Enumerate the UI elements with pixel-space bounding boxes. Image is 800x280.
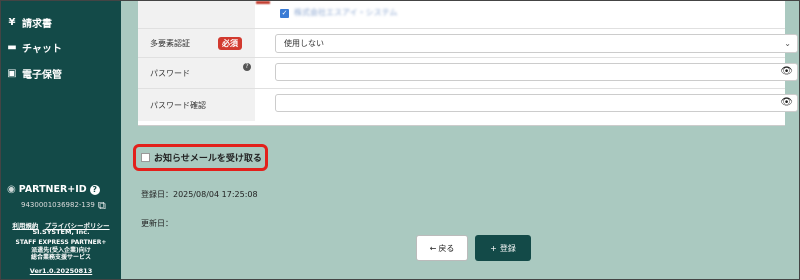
- updated-date: 更新日：: [141, 219, 173, 228]
- register-button[interactable]: + 登録: [475, 235, 531, 261]
- registered-date: 登録日：2025/08/04 17:25:08: [141, 190, 258, 199]
- service-line: 派遣先(受入企業)向け: [31, 246, 91, 254]
- back-button[interactable]: ← 戻る: [416, 235, 468, 261]
- chevron-down-icon: ⌄: [784, 39, 791, 48]
- notify-email-checkbox[interactable]: [141, 153, 150, 162]
- service-description: STAFF EXPRESS PARTNER+ 派遣先(受入企業)向け 総合業務支…: [1, 239, 121, 262]
- sidebar-item-invoice[interactable]: ¥ 請求書: [7, 15, 52, 30]
- sidebar-item-label: チャット: [22, 44, 62, 55]
- form-card: ✓ 株式会社エスアイ・システム 多要素認証 必須 使用しない ⌄ パスワード ?…: [138, 1, 798, 126]
- version-link[interactable]: Ver1.0.20250813: [1, 267, 121, 275]
- app-window: ¥ 請求書 ▬ チャット ▣ 電子保管 ◉ PARTNER+ID ? 94300…: [0, 0, 800, 280]
- yen-icon: ¥: [8, 17, 16, 28]
- notify-email-label: お知らせメールを受け取る: [154, 154, 262, 164]
- copy-icon[interactable]: ⧉: [98, 199, 106, 213]
- sidebar-item-chat[interactable]: ▬ チャット: [7, 40, 62, 55]
- help-icon[interactable]: ?: [89, 184, 100, 195]
- sidebar-item-label: 請求書: [22, 19, 52, 30]
- service-line: STAFF EXPRESS PARTNER+: [15, 239, 107, 246]
- sidebar: ¥ 請求書 ▬ チャット ▣ 電子保管 ◉ PARTNER+ID ? 94300…: [1, 1, 121, 279]
- company-checkbox[interactable]: ✓: [280, 9, 289, 18]
- form-row-company: [138, 1, 785, 29]
- plus-icon: +: [490, 243, 497, 253]
- archive-icon: ▣: [7, 68, 17, 79]
- register-button-label: 登録: [499, 243, 516, 253]
- required-badge: 必須: [218, 37, 242, 50]
- mfa-select[interactable]: 使用しない ⌄: [275, 34, 798, 53]
- service-line: 総合業務支援サービス: [30, 254, 91, 261]
- row-label: [138, 1, 255, 28]
- arrow-left-icon: ←: [429, 243, 437, 253]
- partner-id-label: PARTNER+ID: [18, 184, 87, 195]
- company-checkbox-label: 株式会社エスアイ・システム: [294, 8, 398, 17]
- fingerprint-icon: ◉: [7, 184, 16, 195]
- back-button-label: 戻る: [438, 243, 455, 253]
- sidebar-item-label: 電子保管: [22, 70, 62, 81]
- partner-id: ◉ PARTNER+ID ?: [7, 184, 100, 195]
- eye-icon[interactable]: 👁: [780, 66, 793, 77]
- password-confirm-label: パスワード確認: [138, 89, 255, 121]
- password-confirm-input[interactable]: 👁: [275, 94, 798, 112]
- mfa-select-value: 使用しない: [284, 39, 324, 48]
- partner-id-number: 9430001036982-139: [21, 201, 95, 209]
- notify-email-option[interactable]: お知らせメールを受け取る: [133, 144, 268, 171]
- password-input[interactable]: 👁: [275, 63, 798, 81]
- company-name: SI.SYSTEM, Inc.: [32, 228, 90, 236]
- eye-icon[interactable]: 👁: [780, 97, 793, 108]
- main-content: ✓ 株式会社エスアイ・システム 多要素認証 必須 使用しない ⌄ パスワード ?…: [121, 1, 799, 279]
- sidebar-item-archive[interactable]: ▣ 電子保管: [7, 66, 62, 81]
- help-icon[interactable]: ?: [243, 63, 251, 71]
- password-label: パスワード: [138, 58, 255, 88]
- chat-icon: ▬: [7, 42, 17, 53]
